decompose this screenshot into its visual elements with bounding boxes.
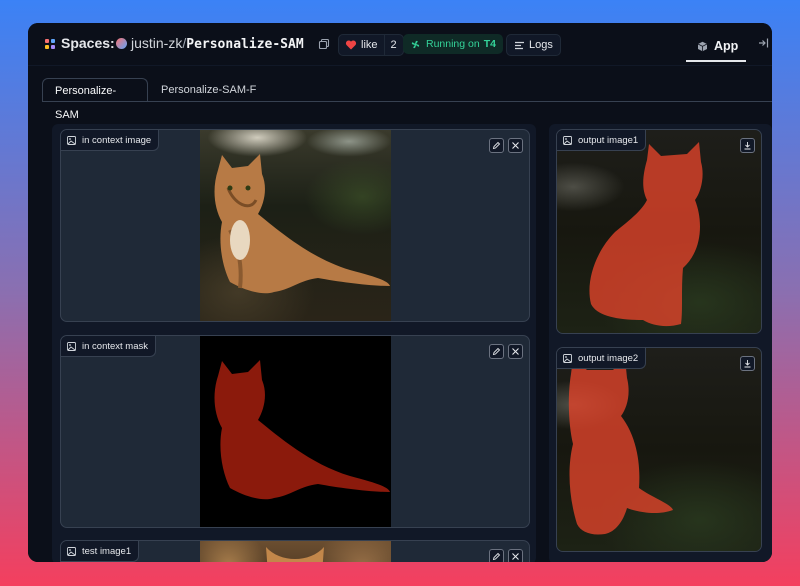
- runtime-status-badge[interactable]: Running on T4: [403, 34, 503, 54]
- output-column: output image1 output image2: [549, 124, 772, 562]
- tab-bar: Personalize-SAM Personalize-SAM-F: [42, 78, 772, 121]
- download-icon: [744, 142, 751, 150]
- spaces-link[interactable]: Spaces:: [61, 35, 115, 51]
- panel-label: in context mask: [61, 336, 156, 357]
- output-photo-2: [557, 348, 761, 551]
- spaces-logo-icon[interactable]: [45, 39, 55, 49]
- output-image1-panel[interactable]: output image1: [556, 129, 762, 334]
- cube-icon: [697, 41, 708, 51]
- heart-icon: [345, 40, 357, 50]
- in-context-image-panel[interactable]: in context image: [60, 129, 530, 322]
- fan-icon: [411, 40, 420, 48]
- app-tab[interactable]: App: [686, 32, 746, 62]
- copy-icon[interactable]: [318, 38, 330, 50]
- list-icon: [515, 41, 524, 49]
- hardware-label: T4: [483, 38, 496, 50]
- tab-personalize-sam-f[interactable]: Personalize-SAM-F: [149, 78, 268, 102]
- edit-button[interactable]: [489, 549, 504, 562]
- panel-label: in context image: [61, 130, 160, 151]
- mask-image: [200, 336, 391, 527]
- close-icon: [512, 348, 519, 355]
- test-photo: [200, 541, 391, 562]
- image-icon: [563, 353, 572, 363]
- download-button[interactable]: [740, 138, 755, 153]
- clear-button[interactable]: [508, 344, 523, 359]
- image-icon: [67, 546, 76, 556]
- close-icon: [512, 142, 519, 149]
- space-header: Spaces: justin-zk/Personalize-SAM like 2…: [28, 23, 772, 65]
- close-icon: [512, 553, 519, 560]
- panel-title: test image1: [82, 545, 132, 557]
- app-label: App: [714, 39, 739, 53]
- panel-title: in context image: [82, 134, 152, 146]
- tab-underline: [42, 101, 772, 102]
- like-label: like: [361, 39, 378, 51]
- pencil-icon: [492, 347, 501, 356]
- app-window: Spaces: justin-zk/Personalize-SAM like 2…: [28, 23, 772, 562]
- output-image2-panel[interactable]: output image2: [556, 347, 762, 552]
- edit-button[interactable]: [489, 344, 504, 359]
- panel-title: in context mask: [82, 340, 148, 352]
- cat-photo: [200, 130, 391, 321]
- panel-label: output image2: [557, 348, 647, 369]
- panel-label: test image1: [61, 541, 140, 562]
- pencil-icon: [492, 141, 501, 150]
- panel-label: output image1: [557, 130, 647, 151]
- input-column: in context image in context mask test im…: [52, 124, 536, 562]
- logs-label: Logs: [529, 39, 553, 51]
- logs-button[interactable]: Logs: [506, 34, 561, 56]
- image-icon: [563, 135, 572, 145]
- owner-link[interactable]: justin-zk: [131, 35, 182, 51]
- owner-avatar[interactable]: [116, 38, 127, 49]
- clear-button[interactable]: [508, 138, 523, 153]
- panel-title: output image2: [578, 352, 639, 364]
- test-image1-panel[interactable]: test image1: [60, 540, 530, 562]
- like-count[interactable]: 2: [383, 35, 403, 55]
- edit-button[interactable]: [489, 138, 504, 153]
- download-button[interactable]: [740, 356, 755, 371]
- app-content: Personalize-SAM Personalize-SAM-F in con…: [28, 66, 772, 562]
- collapse-sidebar-icon[interactable]: [758, 37, 770, 49]
- clear-button[interactable]: [508, 549, 523, 562]
- tab-personalize-sam[interactable]: Personalize-SAM: [42, 78, 148, 121]
- running-label: Running on: [426, 38, 480, 50]
- panel-title: output image1: [578, 134, 639, 146]
- image-icon: [67, 135, 76, 145]
- pencil-icon: [492, 552, 501, 561]
- download-icon: [744, 360, 751, 368]
- repo-name-link[interactable]: Personalize-SAM: [186, 37, 303, 52]
- repo-path: justin-zk/Personalize-SAM: [131, 35, 304, 52]
- like-button[interactable]: like 2: [338, 34, 404, 56]
- in-context-mask-panel[interactable]: in context mask: [60, 335, 530, 528]
- output-photo-1: [557, 130, 761, 333]
- image-icon: [67, 341, 76, 351]
